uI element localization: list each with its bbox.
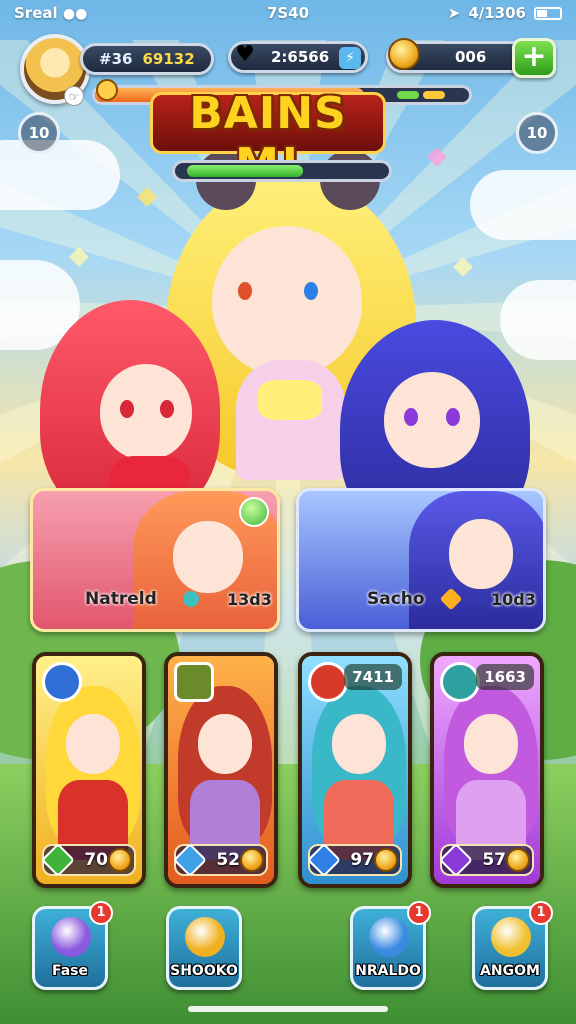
featured-value: 13d3 <box>227 590 272 609</box>
nav-button-angom[interactable]: ANGOM 1 <box>472 901 553 990</box>
battery-percent: 4/1306 <box>468 4 526 22</box>
experience-segment <box>397 91 419 99</box>
gem-icon <box>183 591 199 607</box>
hero-face <box>198 714 252 774</box>
cloud <box>0 140 120 210</box>
nav-button-nraldo[interactable]: NRALDO 1 <box>350 901 431 990</box>
flame-icon <box>185 917 225 957</box>
element-badge-icon <box>42 662 82 702</box>
timer-icon <box>96 79 118 101</box>
character-face <box>449 519 513 589</box>
nav-label: NRALDO <box>355 963 421 979</box>
energy-value: 2:6566 <box>271 48 330 66</box>
featured-name: Natreld <box>85 589 157 609</box>
experience-segment <box>423 91 445 99</box>
hero-power-value: 97 <box>350 850 374 870</box>
status-right: ➤ 4/1306 <box>448 4 562 22</box>
right-round-button[interactable]: 10 <box>516 112 558 154</box>
green-orb-icon <box>239 497 269 527</box>
location-arrow-icon: ➤ <box>447 4 461 22</box>
dragon-icon <box>369 917 409 957</box>
featured-name: Sacho <box>367 589 425 609</box>
notification-badge: 1 <box>529 901 553 925</box>
featured-card-right[interactable]: Sacho 10d3 <box>296 488 546 632</box>
gems-label: #36 <box>99 50 133 68</box>
hero-tag: 7411 <box>344 664 402 690</box>
coins-value: 006 <box>455 48 487 66</box>
character-face <box>173 521 243 593</box>
coin-icon <box>240 848 264 872</box>
coin-icon <box>388 38 420 70</box>
lightning-icon: ⚡ <box>339 47 361 69</box>
notification-badge: 1 <box>407 901 431 925</box>
hero-face <box>332 714 386 774</box>
add-currency-button[interactable]: + <box>512 38 556 78</box>
home-indicator[interactable] <box>188 1006 388 1012</box>
golden-leaf-icon <box>491 917 531 957</box>
coin-icon <box>108 848 132 872</box>
gems-counter[interactable]: #36 69132 <box>80 43 214 75</box>
coin-icon <box>506 848 530 872</box>
nav-label: SHOOKO <box>170 963 238 979</box>
nav-button-shooko[interactable]: SHOOKO <box>166 906 242 990</box>
hero-face <box>66 714 120 774</box>
shield-badge-icon <box>440 662 480 702</box>
status-bar: Sreal ●● 7S40 ➤ 4/1306 <box>0 0 576 28</box>
cloud <box>500 280 576 360</box>
hero-face <box>464 714 518 774</box>
hero-card[interactable]: 70 <box>32 652 146 888</box>
featured-card-left[interactable]: Natreld 13d3 <box>30 488 280 632</box>
hero-power-value: 57 <box>482 850 506 870</box>
hero-tag: 1663 <box>476 664 534 690</box>
boss-health-bar <box>172 160 392 182</box>
potion-icon: ♥ <box>235 42 255 67</box>
hero-card[interactable]: 7411 97 <box>298 652 412 888</box>
featured-value: 10d3 <box>491 590 536 609</box>
hero-card[interactable]: 1663 57 <box>430 652 544 888</box>
hero-power-value: 70 <box>84 850 108 870</box>
nav-button-fase[interactable]: Fase 1 <box>32 901 113 990</box>
fruit-badge-icon <box>308 662 348 702</box>
coin-icon <box>374 848 398 872</box>
hero-card[interactable]: 52 <box>164 652 278 888</box>
pointer-hand-icon: ☞ <box>64 86 84 106</box>
boss-health-fill <box>187 165 304 177</box>
nav-label: ANGOM <box>480 963 540 979</box>
cloud <box>470 170 576 240</box>
star-badge-icon <box>174 662 214 702</box>
battery-icon <box>534 6 562 20</box>
character-portrait-icon <box>51 917 91 957</box>
left-round-button[interactable]: 10 <box>18 112 60 154</box>
notification-badge: 1 <box>89 901 113 925</box>
gems-value: 69132 <box>142 50 195 68</box>
nav-label: Fase <box>51 963 89 979</box>
hero-power-value: 52 <box>216 850 240 870</box>
